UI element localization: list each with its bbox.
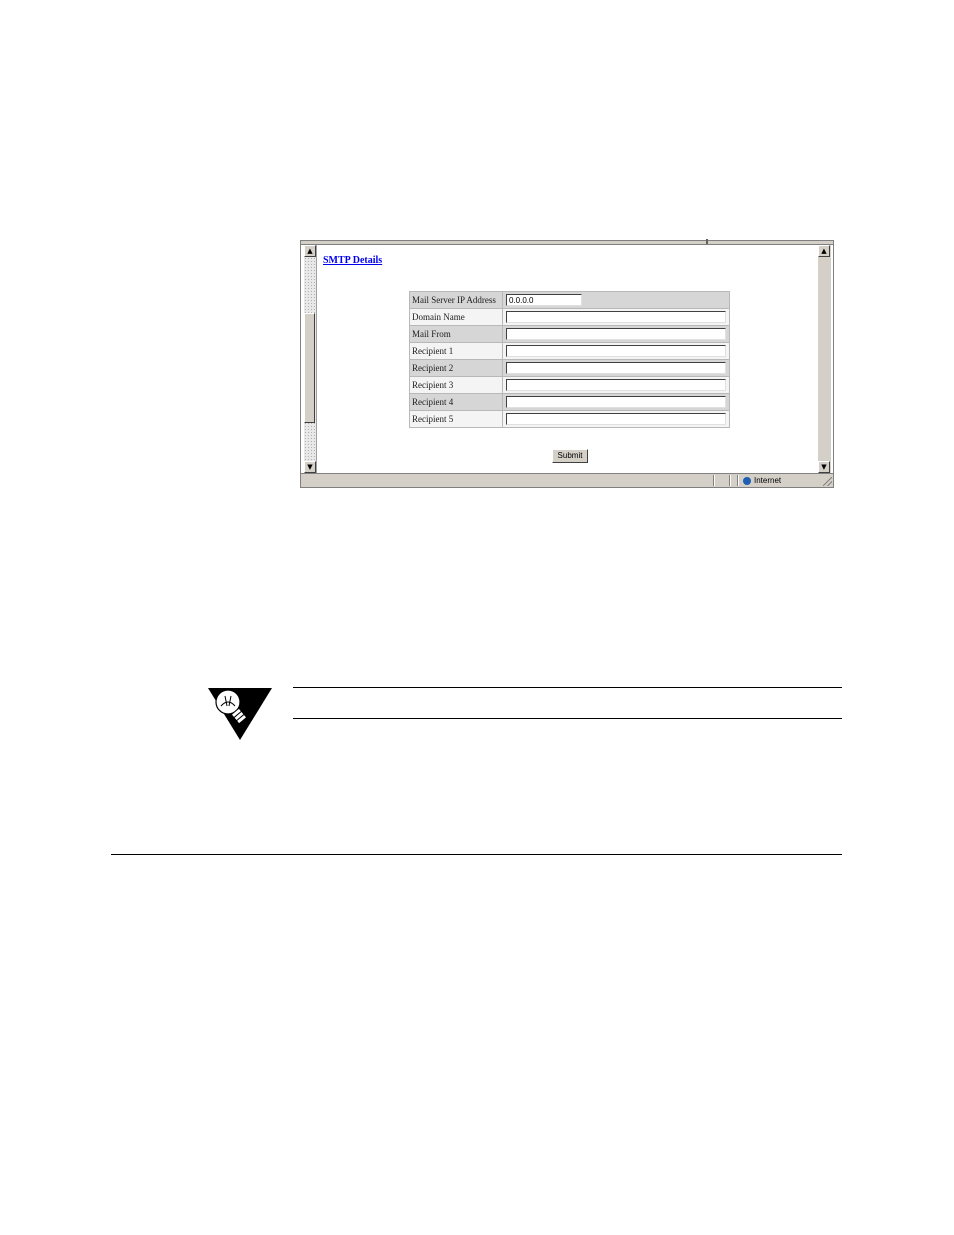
note-bottom-rule (293, 718, 842, 719)
smtp-form-table: Mail Server IP Address Domain Name Mail … (409, 291, 730, 428)
right-scrollbar[interactable]: ▲ ▼ (818, 245, 831, 473)
resize-grip[interactable] (823, 477, 832, 486)
field-label: Recipient 4 (409, 393, 503, 411)
table-row: Recipient 4 (409, 393, 730, 411)
recipient-1-input[interactable] (506, 345, 726, 357)
table-row: Recipient 2 (409, 359, 730, 377)
status-separator (729, 475, 731, 486)
field-label: Recipient 1 (409, 342, 503, 360)
status-separator (713, 475, 715, 486)
table-row: Recipient 1 (409, 342, 730, 360)
recipient-4-input[interactable] (506, 396, 726, 408)
submit-button[interactable]: Submit (552, 449, 588, 463)
window-top-mark (706, 239, 708, 244)
zone-label: Internet (754, 476, 782, 485)
recipient-3-input[interactable] (506, 379, 726, 391)
field-label: Mail From (409, 325, 503, 343)
domain-name-input[interactable] (506, 311, 726, 323)
table-row: Recipient 5 (409, 410, 730, 428)
recipient-5-input[interactable] (506, 413, 726, 425)
field-label: Recipient 5 (409, 410, 503, 428)
browser-screenshot: ▲ ▼ ▲ ▼ SMTP Details Mail Server IP Addr… (300, 239, 834, 488)
field-label: Recipient 3 (409, 376, 503, 394)
left-frame-scrollbar[interactable]: ▲ ▼ (304, 245, 317, 473)
field-label: Recipient 2 (409, 359, 503, 377)
lightbulb-note-icon (208, 688, 272, 740)
status-bar: Internet (301, 473, 833, 487)
status-separator (737, 475, 739, 486)
note-top-rule (293, 687, 842, 688)
section-divider (111, 854, 842, 855)
mail-server-ip-input[interactable] (506, 294, 582, 306)
table-row: Recipient 3 (409, 376, 730, 394)
table-row: Mail Server IP Address (409, 291, 730, 309)
scroll-up-arrow-icon[interactable]: ▲ (304, 245, 316, 257)
scroll-up-arrow-icon[interactable]: ▲ (818, 245, 830, 257)
smtp-details-link[interactable]: SMTP Details (323, 255, 382, 266)
left-scroll-thumb[interactable] (304, 313, 315, 423)
recipient-2-input[interactable] (506, 362, 726, 374)
field-label: Mail Server IP Address (409, 291, 503, 309)
field-label: Domain Name (409, 308, 503, 326)
security-zone: Internet (743, 474, 781, 487)
table-row: Domain Name (409, 308, 730, 326)
mail-from-input[interactable] (506, 328, 726, 340)
table-row: Mail From (409, 325, 730, 343)
scroll-down-arrow-icon[interactable]: ▼ (818, 461, 830, 473)
window-top-edge (301, 241, 833, 245)
scroll-down-arrow-icon[interactable]: ▼ (304, 461, 316, 473)
globe-icon (743, 476, 751, 485)
